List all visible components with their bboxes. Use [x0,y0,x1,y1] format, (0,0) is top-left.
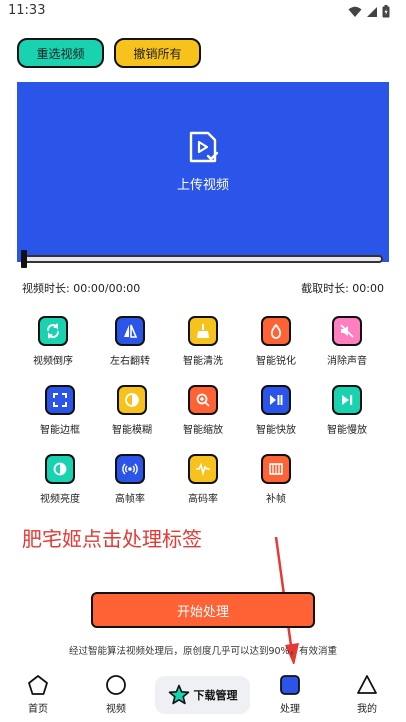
upload-video-label: 上传视频 [176,178,229,193]
undo-all-button[interactable]: 撤销所有 [114,38,201,68]
status-time: 11:33 [8,3,46,18]
nav-label: 我的 [357,704,377,715]
tool-label: 高帧率 [115,494,145,505]
start-processing-button[interactable]: 开始处理 [91,592,315,628]
wifi-icon [348,6,362,17]
tool-smart-sharpen[interactable]: 智能锐化 [246,316,306,376]
timeline-slider-handle[interactable] [21,250,27,268]
tool-smart-zoom[interactable]: 智能缩放 [173,385,233,445]
timeline-slider[interactable] [22,255,383,263]
tool-label: 智能模糊 [112,425,152,436]
half-circle-icon [117,385,147,415]
tool-label: 智能清洗 [183,356,223,367]
triangle-icon [357,675,377,694]
nav-item-mine[interactable]: 我的 [337,674,397,715]
status-icons [348,5,390,18]
mirror-flip-icon [115,316,145,346]
bottom-nav: 首页 视频 下载管理 处理 我的 [0,664,406,722]
waveform-icon [188,454,218,484]
mute-icon [332,316,362,346]
nav-item-home[interactable]: 首页 [8,674,68,715]
broom-icon [188,316,218,346]
signal-icon [367,6,377,17]
reselect-video-button[interactable]: 重选视频 [17,38,104,68]
nav-label: 下载管理 [193,689,238,702]
tool-label: 智能快放 [256,425,296,436]
tool-smart-clean[interactable]: 智能清洗 [173,316,233,376]
square-icon [280,675,300,695]
tool-label: 智能边框 [40,425,80,436]
film-frames-icon [261,454,291,484]
annotation-text: 肥宅姬点击处理标签 [22,527,202,551]
tool-remove-sound[interactable]: 消除声音 [317,316,377,376]
start-processing-label: 开始处理 [176,604,229,620]
reselect-video-label: 重选视频 [36,46,85,61]
tool-smart-fast[interactable]: 智能快放 [246,385,306,445]
tool-label: 消除声音 [327,356,367,367]
tool-label: 左右翻转 [110,356,150,367]
upload-video-area[interactable]: 上传视频 [17,82,389,262]
nav-item-video[interactable]: 视频 [86,674,146,715]
tool-label: 智能锐化 [256,356,296,367]
nav-item-download-manager[interactable]: 下载管理 [155,676,250,714]
star-icon [168,684,189,705]
nav-label: 处理 [280,704,300,715]
frame-corners-icon [45,385,75,415]
battery-icon [382,5,390,18]
processing-note: 经过智能算法视频处理后，原创度几乎可以达到90%，有效消重 [68,646,338,657]
tool-smart-blur[interactable]: 智能模糊 [102,385,162,445]
play-pause-icon [261,385,291,415]
skip-next-icon [332,385,362,415]
tool-label: 高码率 [188,494,218,505]
tool-video-brightness[interactable]: 视频亮度 [30,454,90,514]
refresh-icon [38,316,68,346]
tool-mirror-flip[interactable]: 左右翻转 [100,316,160,376]
tool-frame-interpolation[interactable]: 补帧 [246,454,306,514]
tool-smart-slow[interactable]: 智能慢放 [317,385,377,445]
nav-label: 首页 [28,704,48,715]
upload-video-icon [189,131,219,163]
circle-icon [106,675,126,695]
tool-label: 补帧 [266,494,286,505]
tool-label: 视频亮度 [40,494,80,505]
zoom-icon [188,385,218,415]
broadcast-icon [115,454,145,484]
tool-high-framerate[interactable]: 高帧率 [100,454,160,514]
undo-all-label: 撤销所有 [133,46,182,61]
tool-label: 智能慢放 [327,425,367,436]
pentagon-icon [28,675,48,695]
nav-label: 视频 [106,704,126,715]
clip-duration: 截取时长: 00:00 [301,282,384,295]
video-duration: 视频时长: 00:00/00:00 [22,282,141,295]
nav-item-process[interactable]: 处理 [260,674,320,715]
tool-video-reverse[interactable]: 视频倒序 [23,316,83,376]
status-bar: 11:33 [0,0,406,24]
tool-smart-frame[interactable]: 智能边框 [30,385,90,445]
tool-high-bitrate[interactable]: 高码率 [173,454,233,514]
brightness-icon [45,454,75,484]
tool-label: 视频倒序 [33,356,73,367]
tool-label: 智能缩放 [183,425,223,436]
droplet-icon [261,316,291,346]
